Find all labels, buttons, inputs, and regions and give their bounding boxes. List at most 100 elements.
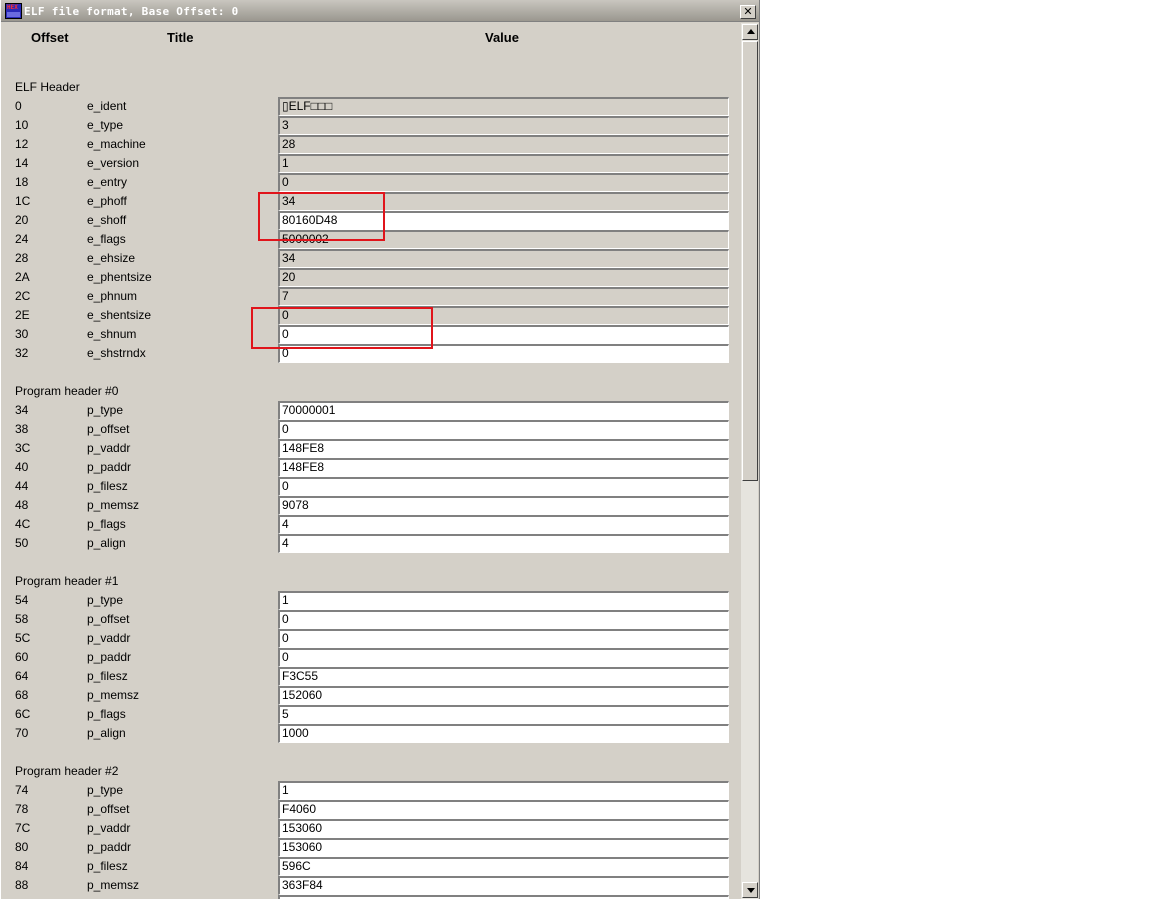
column-header-value: Value [485,30,519,45]
field-value-input[interactable]: 4 [278,534,729,553]
field-row: 0 e_ident ▯ELF□□□ [1,97,741,116]
field-value-input[interactable]: 0 [278,648,729,667]
field-value-input[interactable]: 7 [278,287,729,306]
field-offset: 88 [15,878,29,892]
close-button[interactable]: ✕ [740,5,756,19]
field-title: p_type [87,783,124,797]
hex-workshop-icon: HEX [5,3,22,19]
field-value-input[interactable]: 152060 [278,686,729,705]
field-offset: 4C [15,517,31,531]
field-title: e_phnum [87,289,138,303]
field-offset: 74 [15,783,29,797]
field-value-input[interactable]: 9078 [278,496,729,515]
field-value-input[interactable]: 0 [278,306,729,325]
field-value-input[interactable]: 70000001 [278,401,729,420]
field-value-input[interactable]: 596C [278,857,729,876]
field-value-input[interactable]: 6 [278,895,729,899]
field-row: 20 e_shoff 80160D48 [1,211,741,230]
scrollbar-thumb[interactable] [742,41,758,481]
field-offset: 0 [15,99,22,113]
field-row: 54 p_type 1 [1,591,741,610]
field-title: p_vaddr [87,821,131,835]
field-value-input[interactable]: 28 [278,135,729,154]
field-row: 2A e_phentsize 20 [1,268,741,287]
field-title: e_shnum [87,327,137,341]
field-offset: 18 [15,175,29,189]
field-value-input[interactable]: 153060 [278,819,729,838]
field-offset: 24 [15,232,29,246]
field-value-input[interactable]: 0 [278,610,729,629]
field-offset: 6C [15,707,31,721]
field-value-input[interactable]: 0 [278,344,729,363]
field-offset: 64 [15,669,29,683]
field-offset: 32 [15,346,29,360]
field-row: 5C p_vaddr 0 [1,629,741,648]
section-title: Program header #0 [15,384,119,398]
field-value-input[interactable]: 20 [278,268,729,287]
field-row: 2E e_shentsize 0 [1,306,741,325]
window-title: ELF file format, Base Offset: 0 [24,5,239,18]
field-value-input[interactable]: 1 [278,781,729,800]
field-title: p_type [87,403,124,417]
field-value-input[interactable]: 3 [278,116,729,135]
scroll-up-button[interactable] [742,24,758,40]
field-value-input[interactable]: 80160D48 [278,211,729,230]
field-value-input[interactable]: 0 [278,325,729,344]
field-title: p_vaddr [87,631,131,645]
field-value-input[interactable]: ▯ELF□□□ [278,97,729,116]
field-title: p_offset [87,802,130,816]
field-value-input[interactable]: 0 [278,477,729,496]
field-value-input[interactable]: 5 [278,705,729,724]
field-offset: 1C [15,194,31,208]
field-value-input[interactable]: 0 [278,629,729,648]
field-offset: 28 [15,251,29,265]
field-row: 44 p_filesz 0 [1,477,741,496]
field-value-input[interactable]: F4060 [278,800,729,819]
close-icon: ✕ [743,5,753,18]
field-title: p_type [87,593,124,607]
field-row: 70 p_align 1000 [1,724,741,743]
field-offset: 20 [15,213,29,227]
field-row: 80 p_paddr 153060 [1,838,741,857]
field-value-input[interactable]: 1 [278,591,729,610]
field-offset: 60 [15,650,29,664]
field-value-input[interactable]: 34 [278,249,729,268]
field-row: 84 p_filesz 596C [1,857,741,876]
field-value-input[interactable]: 34 [278,192,729,211]
title-bar[interactable]: HEX ELF file format, Base Offset: 0 ✕ [1,0,759,22]
field-value-input[interactable]: F3C55 [278,667,729,686]
field-row: 14 e_version 1 [1,154,741,173]
field-row: 68 p_memsz 152060 [1,686,741,705]
section-title: Program header #2 [15,764,119,778]
field-offset: 10 [15,118,29,132]
field-offset: 54 [15,593,29,607]
field-title: e_ehsize [87,251,136,265]
field-row: 10 e_type 3 [1,116,741,135]
field-value-input[interactable]: 153060 [278,838,729,857]
field-value-input[interactable]: 363F84 [278,876,729,895]
field-offset: 68 [15,688,29,702]
field-row: 7C p_vaddr 153060 [1,819,741,838]
field-value-input[interactable]: 1000 [278,724,729,743]
field-title: e_shstrndx [87,346,146,360]
field-offset: 30 [15,327,29,341]
field-value-input[interactable]: 0 [278,420,729,439]
field-value-input[interactable]: 148FE8 [278,458,729,477]
field-offset: 70 [15,726,29,740]
field-row: 40 p_paddr 148FE8 [1,458,741,477]
field-value-input[interactable]: 0 [278,173,729,192]
scroll-down-button[interactable] [742,882,758,898]
field-title: e_flags [87,232,126,246]
field-value-input[interactable]: 1 [278,154,729,173]
field-row: 12 e_machine 28 [1,135,741,154]
field-value-input[interactable]: 4 [278,515,729,534]
arrow-down-icon [747,888,755,893]
field-title: p_filesz [87,669,128,683]
field-value-input[interactable]: 148FE8 [278,439,729,458]
field-row: 74 p_type 1 [1,781,741,800]
field-value-input[interactable]: 5000002 [278,230,729,249]
vertical-scrollbar[interactable] [741,23,758,899]
field-title: p_align [87,536,126,550]
field-offset: 2A [15,270,30,284]
field-offset: 12 [15,137,29,151]
